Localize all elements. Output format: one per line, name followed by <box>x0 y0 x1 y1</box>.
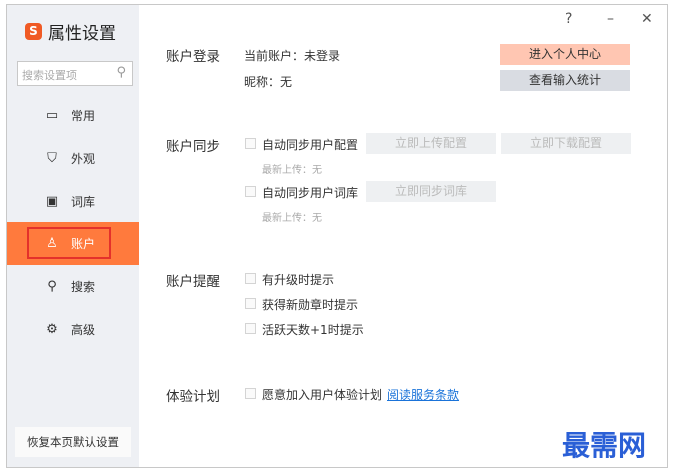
reset-defaults-button[interactable]: 恢复本页默认设置 <box>15 427 131 457</box>
experience-checkbox[interactable] <box>245 388 256 399</box>
sidebar-item-label: 外观 <box>71 152 96 166</box>
input-stats-button[interactable]: 查看输入统计 <box>500 70 630 91</box>
download-config-button[interactable]: 立即下载配置 <box>501 133 631 154</box>
sidebar-item-label: 常用 <box>71 109 96 123</box>
gear-icon: ⚙ <box>46 322 58 337</box>
highlight-box <box>27 227 111 259</box>
search-placeholder: 搜索设置项 <box>22 69 77 82</box>
shirt-icon: ⛉ <box>47 151 57 166</box>
section-title-sync: 账户同步 <box>166 139 220 155</box>
section-title-experience: 体验计划 <box>166 389 220 405</box>
sync-dict-checkbox[interactable] <box>245 186 256 197</box>
terms-link[interactable]: 阅读服务条款 <box>387 386 459 403</box>
window-title: 属性设置 <box>48 24 116 44</box>
section-title-login: 账户登录 <box>166 49 220 65</box>
sidebar-item-advanced[interactable]: ⚙ 高级 <box>7 308 139 351</box>
section-title-remind: 账户提醒 <box>166 274 220 290</box>
sogou-logo-icon: S <box>25 23 42 40</box>
sidebar-item-label: 搜索 <box>71 280 96 294</box>
config-last-upload: 最新上传：无 <box>262 165 322 176</box>
upload-config-button[interactable]: 立即上传配置 <box>366 133 496 154</box>
app-logo: S 属性设置 <box>25 19 116 44</box>
close-button[interactable]: ✕ <box>641 11 653 27</box>
sidebar-item-dictionary[interactable]: ▣ 词库 <box>7 180 139 223</box>
upgrade-remind-label: 有升级时提示 <box>262 273 335 287</box>
nickname: 昵称：无 <box>244 75 293 89</box>
help-button[interactable]: ? <box>565 11 572 27</box>
sync-dict-button[interactable]: 立即同步词库 <box>366 181 496 202</box>
personal-center-button[interactable]: 进入个人中心 <box>500 44 630 65</box>
watermark: 最需网 <box>562 429 647 462</box>
book-icon: ▣ <box>45 194 59 209</box>
active-days-remind-label: 活跃天数+1时提示 <box>262 323 364 337</box>
search-icon[interactable]: ⚲ <box>116 65 126 80</box>
sync-dict-label: 自动同步用户词库 <box>262 186 359 200</box>
sidebar-item-account[interactable]: ♙ 账户 <box>7 222 139 265</box>
medal-remind-checkbox[interactable] <box>245 298 256 309</box>
search-input[interactable]: 搜索设置项 ⚲ <box>17 61 133 86</box>
sidebar-item-label: 高级 <box>71 323 96 337</box>
sidebar-item-appearance[interactable]: ⛉ 外观 <box>7 137 139 180</box>
sidebar: S 属性设置 搜索设置项 ⚲ ▭ 常用 ⛉ 外观 ▣ 词库 ♙ 账户 ⚲ 搜索 ⚙ 高级 恢复本… <box>7 5 139 467</box>
search-icon: ⚲ <box>47 279 57 294</box>
sync-config-checkbox[interactable] <box>245 138 256 149</box>
experience-label: 愿意加入用户体验计划 <box>262 388 383 402</box>
dict-last-upload: 最新上传：无 <box>262 213 322 224</box>
current-account: 当前账户：未登录 <box>244 49 341 63</box>
minimize-button[interactable]: – <box>607 11 614 27</box>
sidebar-item-general[interactable]: ▭ 常用 <box>7 94 139 137</box>
sidebar-item-search[interactable]: ⚲ 搜索 <box>7 265 139 308</box>
active-days-remind-checkbox[interactable] <box>245 323 256 334</box>
sync-config-label: 自动同步用户配置 <box>262 138 359 152</box>
monitor-icon: ▭ <box>45 108 59 123</box>
sidebar-item-label: 词库 <box>71 195 96 209</box>
upgrade-remind-checkbox[interactable] <box>245 273 256 284</box>
medal-remind-label: 获得新勋章时提示 <box>262 298 359 312</box>
